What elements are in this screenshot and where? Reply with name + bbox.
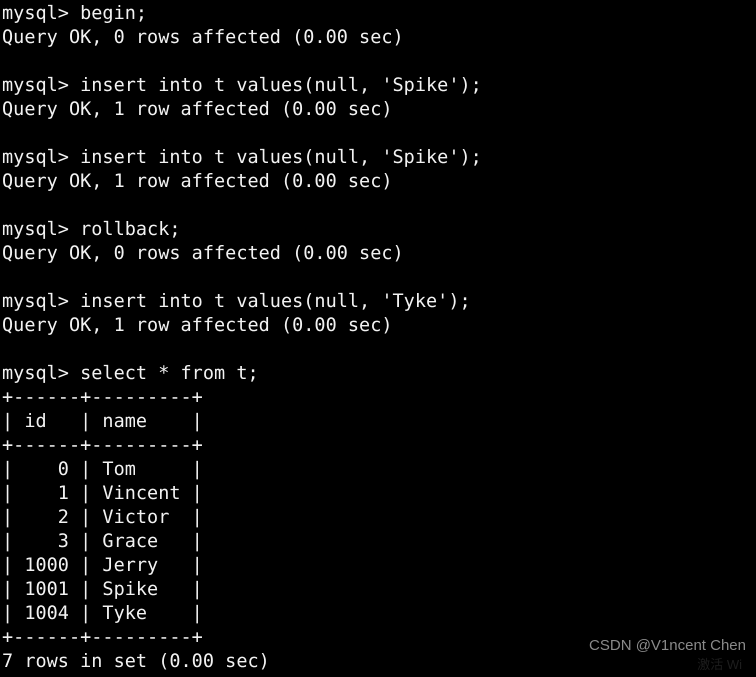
table-row: | 1000 | Jerry | xyxy=(2,555,203,576)
table-border-top: +------+---------+ xyxy=(2,387,203,408)
terminal-window[interactable]: mysql> begin; Query OK, 0 rows affected … xyxy=(0,0,756,677)
terminal-line: mysql> insert into t values(null, 'Tyke'… xyxy=(2,291,471,312)
table-row: | 3 | Grace | xyxy=(2,531,203,552)
terminal-line: Query OK, 1 row affected (0.00 sec) xyxy=(2,99,393,120)
terminal-line: mysql> select * from t; xyxy=(2,363,259,384)
table-row: | 1001 | Spike | xyxy=(2,579,203,600)
table-row: | 0 | Tom | xyxy=(2,459,203,480)
csdn-watermark-sub: 激活 Wi xyxy=(697,657,742,672)
terminal-line: mysql> insert into t values(null, 'Spike… xyxy=(2,147,482,168)
table-row: | 1 | Vincent | xyxy=(2,483,203,504)
table-row: | 1004 | Tyke | xyxy=(2,603,203,624)
terminal-line: mysql> begin; xyxy=(2,3,148,24)
terminal-line: Query OK, 0 rows affected (0.00 sec) xyxy=(2,27,404,48)
table-header-row: | id | name | xyxy=(2,411,203,432)
terminal-line: mysql> insert into t values(null, 'Spike… xyxy=(2,75,482,96)
table-border-header: +------+---------+ xyxy=(2,435,203,456)
terminal-line: mysql> rollback; xyxy=(2,219,181,240)
terminal-line: Query OK, 1 row affected (0.00 sec) xyxy=(2,171,393,192)
table-row: | 2 | Victor | xyxy=(2,507,203,528)
csdn-watermark: CSDN @V1ncent Chen xyxy=(589,637,746,654)
terminal-line: Query OK, 1 row affected (0.00 sec) xyxy=(2,315,393,336)
terminal-line: Query OK, 0 rows affected (0.00 sec) xyxy=(2,243,404,264)
